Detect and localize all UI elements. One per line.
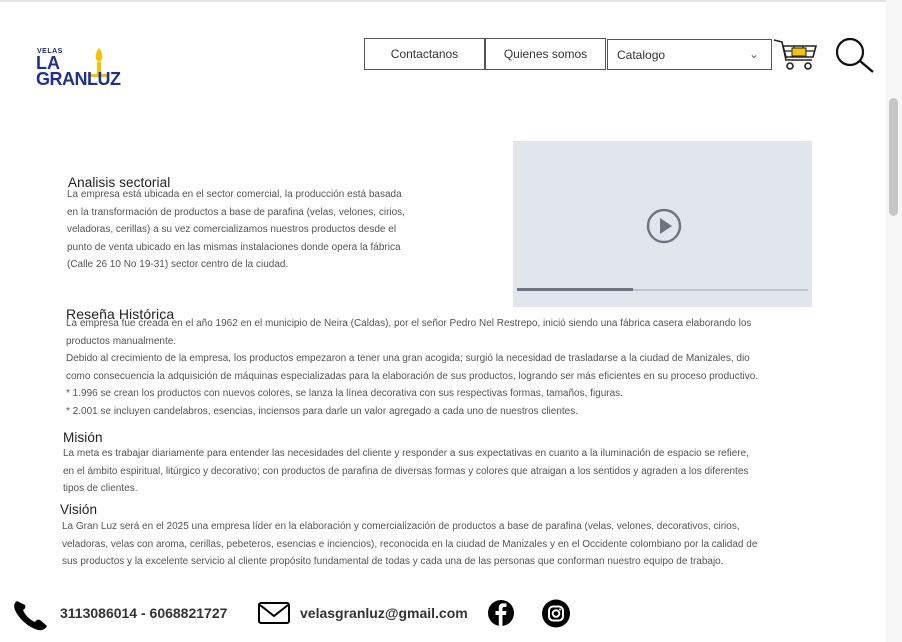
resena-text: La empresa fue creada en el año 1962 en … — [66, 315, 758, 420]
mision-line: tipos de clientes. — [63, 483, 138, 494]
about-button-label: Quienes somos — [503, 47, 588, 61]
facebook-icon[interactable] — [486, 599, 516, 627]
vision-line: La Gran Luz será en el 2025 una empresa … — [62, 521, 740, 532]
analisis-text: La empresa está ubicada en el sector com… — [67, 186, 405, 274]
phone-icon[interactable] — [12, 597, 52, 631]
cart-icon[interactable] — [772, 38, 822, 72]
resena-line: * 2.001 se incluyen candelabros, esencia… — [66, 405, 578, 417]
resena-line: Debido al crecimiento de la empresa, los… — [66, 353, 750, 364]
scrollbar-track[interactable] — [886, 0, 902, 642]
analisis-line: punto de venta ubicado en las mismas ins… — [67, 241, 401, 253]
vision-title: Visión — [60, 502, 98, 517]
contact-button[interactable]: Contactanos — [364, 38, 485, 70]
analisis-line: veladoras, cerillas) a su vez comerciali… — [67, 224, 397, 235]
search-icon[interactable] — [830, 36, 876, 74]
logo[interactable]: VELAS LA GRANLUZ — [36, 48, 144, 94]
video-player[interactable] — [513, 141, 812, 307]
video-progress-fill — [517, 288, 634, 291]
logo-line2: GRANLUZ — [36, 69, 121, 89]
mision-line: en el ámbito espiritual, litúrgico y dec… — [63, 465, 749, 477]
catalog-select-value: Catalogo — [617, 47, 666, 62]
analisis-line: en la transformación de productos a base… — [67, 206, 405, 218]
chevron-down-icon: ⌄ — [748, 47, 759, 61]
resena-line: como consecuencia la adquisición de máqu… — [66, 370, 759, 382]
mail-icon[interactable] — [257, 600, 291, 626]
instagram-icon[interactable] — [541, 599, 571, 628]
catalog-select[interactable]: Catalogo ⌄ — [607, 39, 772, 70]
contact-button-label: Contactanos — [390, 47, 459, 61]
page: VELAS LA GRANLUZ Contactanos Quienes som… — [0, 0, 886, 642]
vision-text: La Gran Luz será en el 2025 una empresa … — [62, 518, 757, 571]
vision-line: sus productos y la excelente servicio al… — [62, 556, 724, 567]
resena-line: La empresa fue creada en el año 1962 en … — [66, 318, 752, 329]
mision-title: Misión — [63, 430, 103, 445]
footer-email[interactable]: velasgranluz@gmail.com — [300, 605, 468, 621]
mision-line: La meta es trabajar diariamente para ent… — [63, 448, 749, 459]
footer-phones: 3113086014 - 6068821727 — [60, 605, 228, 621]
resena-line: productos manualmente. — [66, 335, 177, 347]
vision-line: veladoras, velas con aroma, cerillas, pe… — [62, 538, 758, 550]
scrollbar-thumb[interactable] — [889, 98, 898, 216]
analisis-line: La empresa está ubicada en el sector com… — [67, 189, 402, 200]
resena-line: * 1.996 se crean los productos con nuevo… — [66, 388, 623, 399]
about-button[interactable]: Quienes somos — [485, 38, 606, 70]
mision-text: La meta es trabajar diariamente para ent… — [63, 445, 749, 498]
play-icon[interactable] — [645, 207, 683, 245]
analisis-line: (Calle 26 10 No 19-31) sector centro de … — [67, 259, 289, 270]
